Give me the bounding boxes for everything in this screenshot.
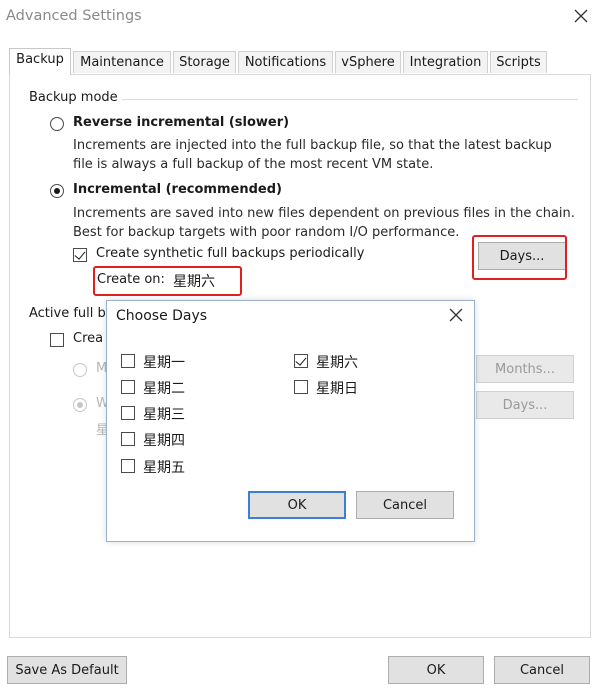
active-full-checkbox-label[interactable]: Crea xyxy=(73,331,103,346)
backup-mode-title: Backup mode xyxy=(29,90,122,105)
title-bar: Advanced Settings xyxy=(0,0,597,34)
dialog-title: Choose Days xyxy=(116,308,208,324)
day-label: 星期日 xyxy=(316,381,358,397)
create-on-highlight xyxy=(93,266,242,296)
day-label: 星期一 xyxy=(143,355,185,371)
advanced-settings-window: Advanced Settings Backup Maintenance Sto… xyxy=(0,0,597,694)
cancel-button[interactable]: Cancel xyxy=(494,656,590,684)
reverse-desc-line2: file is always a full backup of the most… xyxy=(73,157,434,172)
incremental-desc-line1: Increments are saved into new files depe… xyxy=(73,206,575,221)
tab-backup[interactable]: Backup xyxy=(9,48,71,75)
day-label: 星期五 xyxy=(143,460,185,476)
day-label: 星期四 xyxy=(143,433,185,449)
dialog-close-icon[interactable] xyxy=(448,307,464,323)
days-button-highlight xyxy=(472,235,567,280)
active-full-checkbox[interactable] xyxy=(50,333,64,347)
choose-days-dialog: Choose Days 星期一 星期二 星期三 星期四 星期五 星期六 星期日 … xyxy=(106,300,475,542)
incremental-label[interactable]: Incremental (recommended) xyxy=(73,182,282,197)
weekly-radio[interactable] xyxy=(73,398,87,412)
day-checkbox[interactable] xyxy=(294,354,308,368)
group-divider xyxy=(120,99,578,100)
tab-scripts[interactable]: Scripts xyxy=(490,51,547,73)
window-title: Advanced Settings xyxy=(6,8,142,24)
reverse-incremental-label[interactable]: Reverse incremental (slower) xyxy=(73,115,289,130)
tab-storage[interactable]: Storage xyxy=(173,51,236,73)
active-full-title: Active full b xyxy=(29,306,110,321)
day-label: 星期二 xyxy=(143,381,185,397)
day-checkbox[interactable] xyxy=(294,380,308,394)
day-checkbox[interactable] xyxy=(121,380,135,394)
synthetic-full-label[interactable]: Create synthetic full backups periodical… xyxy=(96,246,364,261)
day-checkbox[interactable] xyxy=(121,432,135,446)
active-full-days-button[interactable]: Days... xyxy=(476,391,574,419)
day-label: 星期三 xyxy=(143,407,185,423)
reverse-desc-line1: Increments are injected into the full ba… xyxy=(73,138,552,153)
tab-notifications[interactable]: Notifications xyxy=(238,51,333,73)
tab-maintenance[interactable]: Maintenance xyxy=(73,51,171,73)
tab-vsphere[interactable]: vSphere xyxy=(335,51,401,73)
close-icon[interactable] xyxy=(571,6,591,26)
reverse-incremental-radio[interactable] xyxy=(50,117,64,131)
ok-button[interactable]: OK xyxy=(388,656,484,684)
months-button[interactable]: Months... xyxy=(476,355,574,383)
synthetic-full-checkbox[interactable] xyxy=(73,248,87,262)
dialog-cancel-button[interactable]: Cancel xyxy=(356,491,454,519)
day-label: 星期六 xyxy=(316,355,358,371)
dialog-ok-button[interactable]: OK xyxy=(248,491,346,519)
incremental-radio[interactable] xyxy=(50,184,64,198)
day-checkbox[interactable] xyxy=(121,459,135,473)
monthly-radio[interactable] xyxy=(73,363,87,377)
save-as-default-button[interactable]: Save As Default xyxy=(7,656,127,684)
tab-integration[interactable]: Integration xyxy=(403,51,488,73)
day-checkbox[interactable] xyxy=(121,354,135,368)
day-checkbox[interactable] xyxy=(121,406,135,420)
